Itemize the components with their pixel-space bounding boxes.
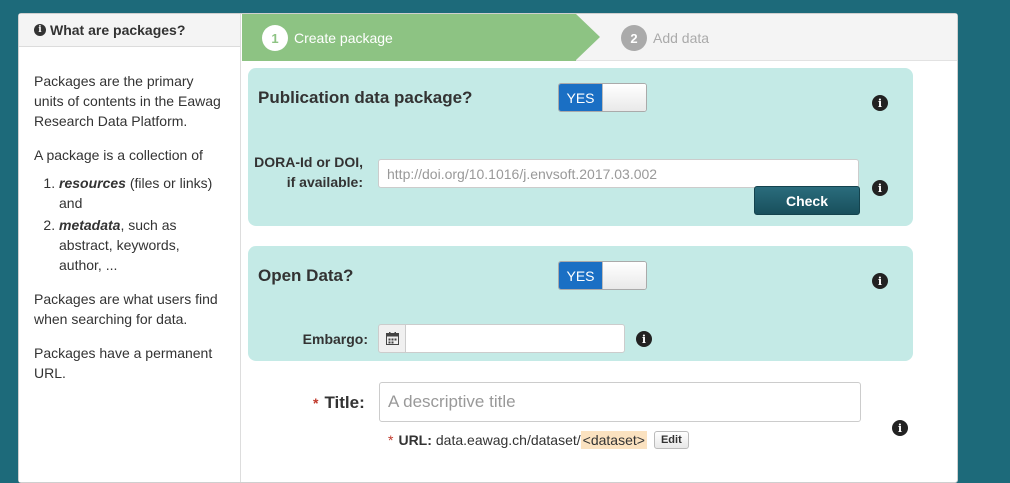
info-icon[interactable]: i — [636, 331, 652, 347]
list-term: metadata — [59, 217, 121, 233]
sidebar-paragraph: Packages are the primary units of conten… — [34, 73, 221, 129]
list-item: resources (files or links) and — [59, 173, 226, 213]
info-icon[interactable]: i — [872, 95, 888, 111]
list-item: metadata, such as abstract, keywords, au… — [59, 215, 226, 275]
url-slug: <dataset> — [580, 431, 647, 449]
publication-panel: Publication data package? YES i DORA-Id … — [248, 68, 913, 226]
embargo-label: Embargo: — [302, 331, 368, 347]
required-mark: * — [388, 432, 394, 448]
toggle-on-label: YES — [559, 262, 602, 289]
step-label: Create package — [294, 30, 393, 46]
help-sidebar: i What are packages? Packages are the pr… — [19, 14, 241, 482]
title-input[interactable] — [379, 382, 861, 422]
calendar-icon[interactable] — [378, 324, 406, 353]
calendar-icon-svg — [385, 332, 399, 345]
list-term: resources — [59, 175, 126, 191]
sidebar-heading-text: What are packages? — [50, 22, 186, 38]
required-mark: * — [313, 395, 319, 411]
step-number: 2 — [621, 25, 647, 51]
info-icon: i — [34, 24, 46, 36]
open-data-toggle[interactable]: YES — [558, 261, 647, 290]
title-label-text: Title: — [324, 393, 365, 412]
doi-input[interactable] — [378, 159, 859, 188]
sidebar-list: resources (files or links) and metadata,… — [34, 173, 226, 275]
publication-toggle[interactable]: YES — [558, 83, 647, 112]
sidebar-heading: i What are packages? — [19, 14, 240, 47]
toggle-knob — [602, 84, 646, 111]
embargo-input[interactable] — [405, 324, 625, 353]
sidebar-paragraph: A package is a collection of — [34, 147, 203, 163]
wizard-steps: 1 Create package 2 Add data — [242, 14, 957, 61]
open-data-panel: Open Data? YES i Embargo: i — [248, 246, 913, 361]
info-icon[interactable]: i — [892, 420, 908, 436]
doi-label: DORA-Id or DOI, if available: — [248, 152, 363, 192]
edit-url-button[interactable]: Edit — [653, 431, 689, 449]
step-arrow — [576, 14, 600, 60]
toggle-knob — [602, 262, 646, 289]
publication-question: Publication data package? — [258, 88, 473, 107]
check-button[interactable]: Check — [754, 186, 860, 215]
doi-label-line: DORA-Id or DOI, — [254, 154, 363, 170]
info-icon[interactable]: i — [872, 273, 888, 289]
sidebar-paragraph: Packages have a permanent URL. — [34, 345, 213, 381]
info-icon[interactable]: i — [872, 180, 888, 196]
url-prefix: data.eawag.ch/dataset/ — [435, 432, 581, 448]
title-label: * Title: — [313, 393, 365, 413]
url-label: URL: — [398, 432, 432, 448]
sidebar-paragraph: Packages are what users find when search… — [34, 291, 218, 327]
step-create-package[interactable] — [242, 14, 576, 61]
toggle-on-label: YES — [559, 84, 602, 111]
sidebar-body: Packages are the primary units of conten… — [19, 47, 240, 383]
url-line: * URL: data.eawag.ch/dataset/ <dataset> … — [388, 431, 689, 449]
step-number: 1 — [262, 25, 288, 51]
doi-label-line: if available: — [286, 174, 363, 190]
open-data-question: Open Data? — [258, 266, 354, 285]
step-add-data[interactable]: Add data — [653, 30, 709, 46]
